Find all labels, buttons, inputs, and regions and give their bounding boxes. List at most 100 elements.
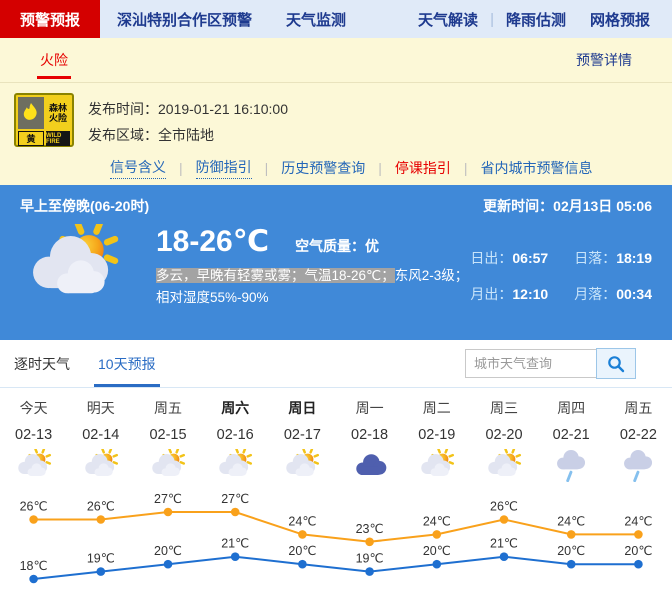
sun-moon-label: 月落： (574, 285, 617, 302)
day-date-9: 02-22 (619, 427, 657, 443)
day-name-row: 今天 明天 周五 周六 周日 周一 周二 周三 周四 周五 (0, 398, 672, 418)
day-name-8: 周四 (557, 400, 586, 416)
sun-moon-value: 00:34 (616, 285, 652, 302)
svg-text:27℃: 27℃ (221, 492, 249, 506)
partly-cloudy-icon (15, 448, 53, 487)
warning-link-0[interactable]: 信号含义 (110, 157, 166, 179)
warning-link-4[interactable]: 省内城市预警信息 (481, 158, 593, 178)
sun-moon-label: 日落： (574, 250, 617, 266)
svg-text:24℃: 24℃ (624, 514, 652, 528)
tab-0[interactable]: 逐时天气 (14, 340, 70, 387)
top-nav: 预警预报 深汕特别合作区预警 天气监测 天气解读 | 降雨估测 网格预报 (0, 0, 672, 38)
period-label: 早上至傍晚(06-20时) (20, 198, 150, 214)
svg-text:20℃: 20℃ (624, 544, 652, 558)
svg-text:19℃: 19℃ (356, 552, 384, 566)
svg-text:20℃: 20℃ (557, 544, 585, 558)
air-quality-label: 空气质量：优 (295, 238, 380, 254)
sun-moon-value: 18:19 (616, 250, 652, 266)
day-date-1: 02-14 (82, 427, 120, 443)
publish-time-value: 2019-01-21 16:10:00 (158, 101, 288, 117)
svg-text:24℃: 24℃ (557, 514, 585, 528)
day-name-3: 周六 (221, 400, 250, 416)
link-separator: | (264, 160, 269, 176)
day-name-0: 今天 (19, 400, 48, 416)
temperature-chart: 26℃ 26℃ 27℃ 27℃ 24℃ 23℃ 24℃ 26℃ 24℃ 24℃ 18℃ 19℃ 20℃ 2… (0, 487, 672, 599)
date-row: 02-13 02-14 02-15 02-16 02-17 02-18 02-19 02-20… (0, 427, 672, 443)
day-date-3: 02-16 (216, 427, 254, 443)
cloudy-icon (351, 449, 389, 487)
svg-text:21℃: 21℃ (490, 537, 518, 551)
tab-fire-risk[interactable]: 火险 (37, 38, 71, 82)
link-separator: | (378, 160, 382, 176)
nav-item-0[interactable]: 深汕特别合作区预警 (100, 0, 269, 38)
day-name-6: 周二 (422, 400, 451, 416)
day-date-0: 02-13 (15, 427, 53, 443)
flame-icon (18, 97, 44, 129)
svg-text:20℃: 20℃ (423, 544, 451, 558)
link-separator: | (179, 160, 183, 176)
day-name-9: 周五 (624, 400, 653, 416)
publish-time-row: 发布时间：2019-01-21 16:10:00 (88, 96, 288, 122)
warning-name-label: 森林 火险 (48, 103, 67, 123)
update-time-label: 更新时间：02月13日 05:06 (483, 198, 652, 214)
warning-level-label: 黄 (18, 131, 44, 146)
day-date-5: 02-18 (351, 427, 389, 443)
warning-english-label: WILD FIRE (46, 131, 70, 146)
day-name-1: 明天 (86, 400, 115, 416)
day-date-4: 02-17 (283, 427, 321, 443)
nav-item-1[interactable]: 天气监测 (269, 0, 363, 38)
day-name-5: 周一 (355, 400, 384, 416)
sun-moon-value: 12:10 (512, 285, 549, 302)
nav-right-item-1[interactable]: 降雨估测 (494, 9, 578, 30)
sun-moon-item-3: 月落：00:34 (574, 284, 652, 310)
svg-text:24℃: 24℃ (423, 514, 451, 528)
sun-moon-item-1: 日落：18:19 (574, 248, 652, 274)
day-name-7: 周三 (489, 400, 518, 416)
search-button[interactable] (596, 348, 636, 379)
forest-fire-warning-icon: 森林 火险 黄 WILD FIRE (14, 93, 74, 147)
warning-links-row: 信号含义 | 防御指引 | 历史预警查询 | 停课指引 | 省内城市预警信息 (14, 148, 672, 179)
sun-moon-item-0: 日出：06:57 (470, 248, 548, 274)
svg-text:26℃: 26℃ (87, 500, 115, 514)
search-icon (608, 355, 625, 372)
warning-link-2[interactable]: 历史预警查询 (281, 158, 365, 178)
city-search-box (465, 348, 636, 379)
forecast-tab-bar: 逐时天气 10天预报 (0, 340, 672, 388)
svg-text:23℃: 23℃ (356, 522, 384, 536)
weather-description: 多云，早晚有轻雾或雾；气温18-26℃；东风2-3级；相对湿度55%-90% (156, 265, 470, 309)
sun-moon-value: 06:57 (512, 250, 549, 266)
warning-info-section: 森林 火险 黄 WILD FIRE 发布时间：2019-01-21 16:10:… (0, 83, 672, 185)
nav-right-item-0[interactable]: 天气解读 (406, 9, 490, 30)
nav-items: 深汕特别合作区预警 天气监测 (100, 0, 363, 38)
warning-link-3[interactable]: 停课指引 (395, 158, 451, 178)
day-date-2: 02-15 (149, 427, 187, 443)
svg-text:24℃: 24℃ (288, 514, 316, 528)
alert-category-bar: 火险 预警详情 (0, 38, 672, 83)
partly-cloudy-icon (149, 448, 187, 487)
partly-cloudy-icon (82, 448, 120, 487)
svg-text:20℃: 20℃ (288, 544, 316, 558)
nav-right-item-2[interactable]: 网格预报 (578, 9, 662, 30)
publish-area-value: 全市陆地 (158, 127, 214, 143)
warning-link-1[interactable]: 防御指引 (195, 157, 252, 179)
nav-tab-warning-forecast[interactable]: 预警预报 (0, 0, 101, 38)
svg-text:18℃: 18℃ (20, 559, 48, 573)
description-highlighted-text: 多云，早晚有轻雾或雾；气温18-26℃； (156, 268, 395, 283)
svg-text:20℃: 20℃ (154, 544, 182, 558)
rain-icon (619, 449, 657, 487)
svg-text:26℃: 26℃ (20, 500, 48, 514)
ten-day-forecast: 今天 明天 周五 周六 周日 周一 周二 周三 周四 周五 02-13 02-14 02-15 02-1… (0, 398, 672, 599)
sun-moon-item-2: 月出：12:10 (470, 284, 548, 310)
warning-details-link[interactable]: 预警详情 (576, 50, 632, 70)
partly-cloudy-icon (283, 448, 321, 487)
tab-1[interactable]: 10天预报 (94, 340, 160, 387)
svg-text:19℃: 19℃ (87, 552, 115, 566)
day-date-8: 02-21 (552, 427, 590, 443)
sun-moon-times: 日出：06:57 日落：18:19 月出：12:10 月落：00:34 (470, 248, 652, 309)
svg-text:27℃: 27℃ (154, 492, 182, 506)
search-input[interactable] (465, 349, 597, 378)
partly-cloudy-icon (216, 448, 254, 487)
nav-right-items: 天气解读 | 降雨估测 网格预报 (406, 0, 672, 38)
publish-area-row: 发布区域：全市陆地 (88, 122, 288, 148)
